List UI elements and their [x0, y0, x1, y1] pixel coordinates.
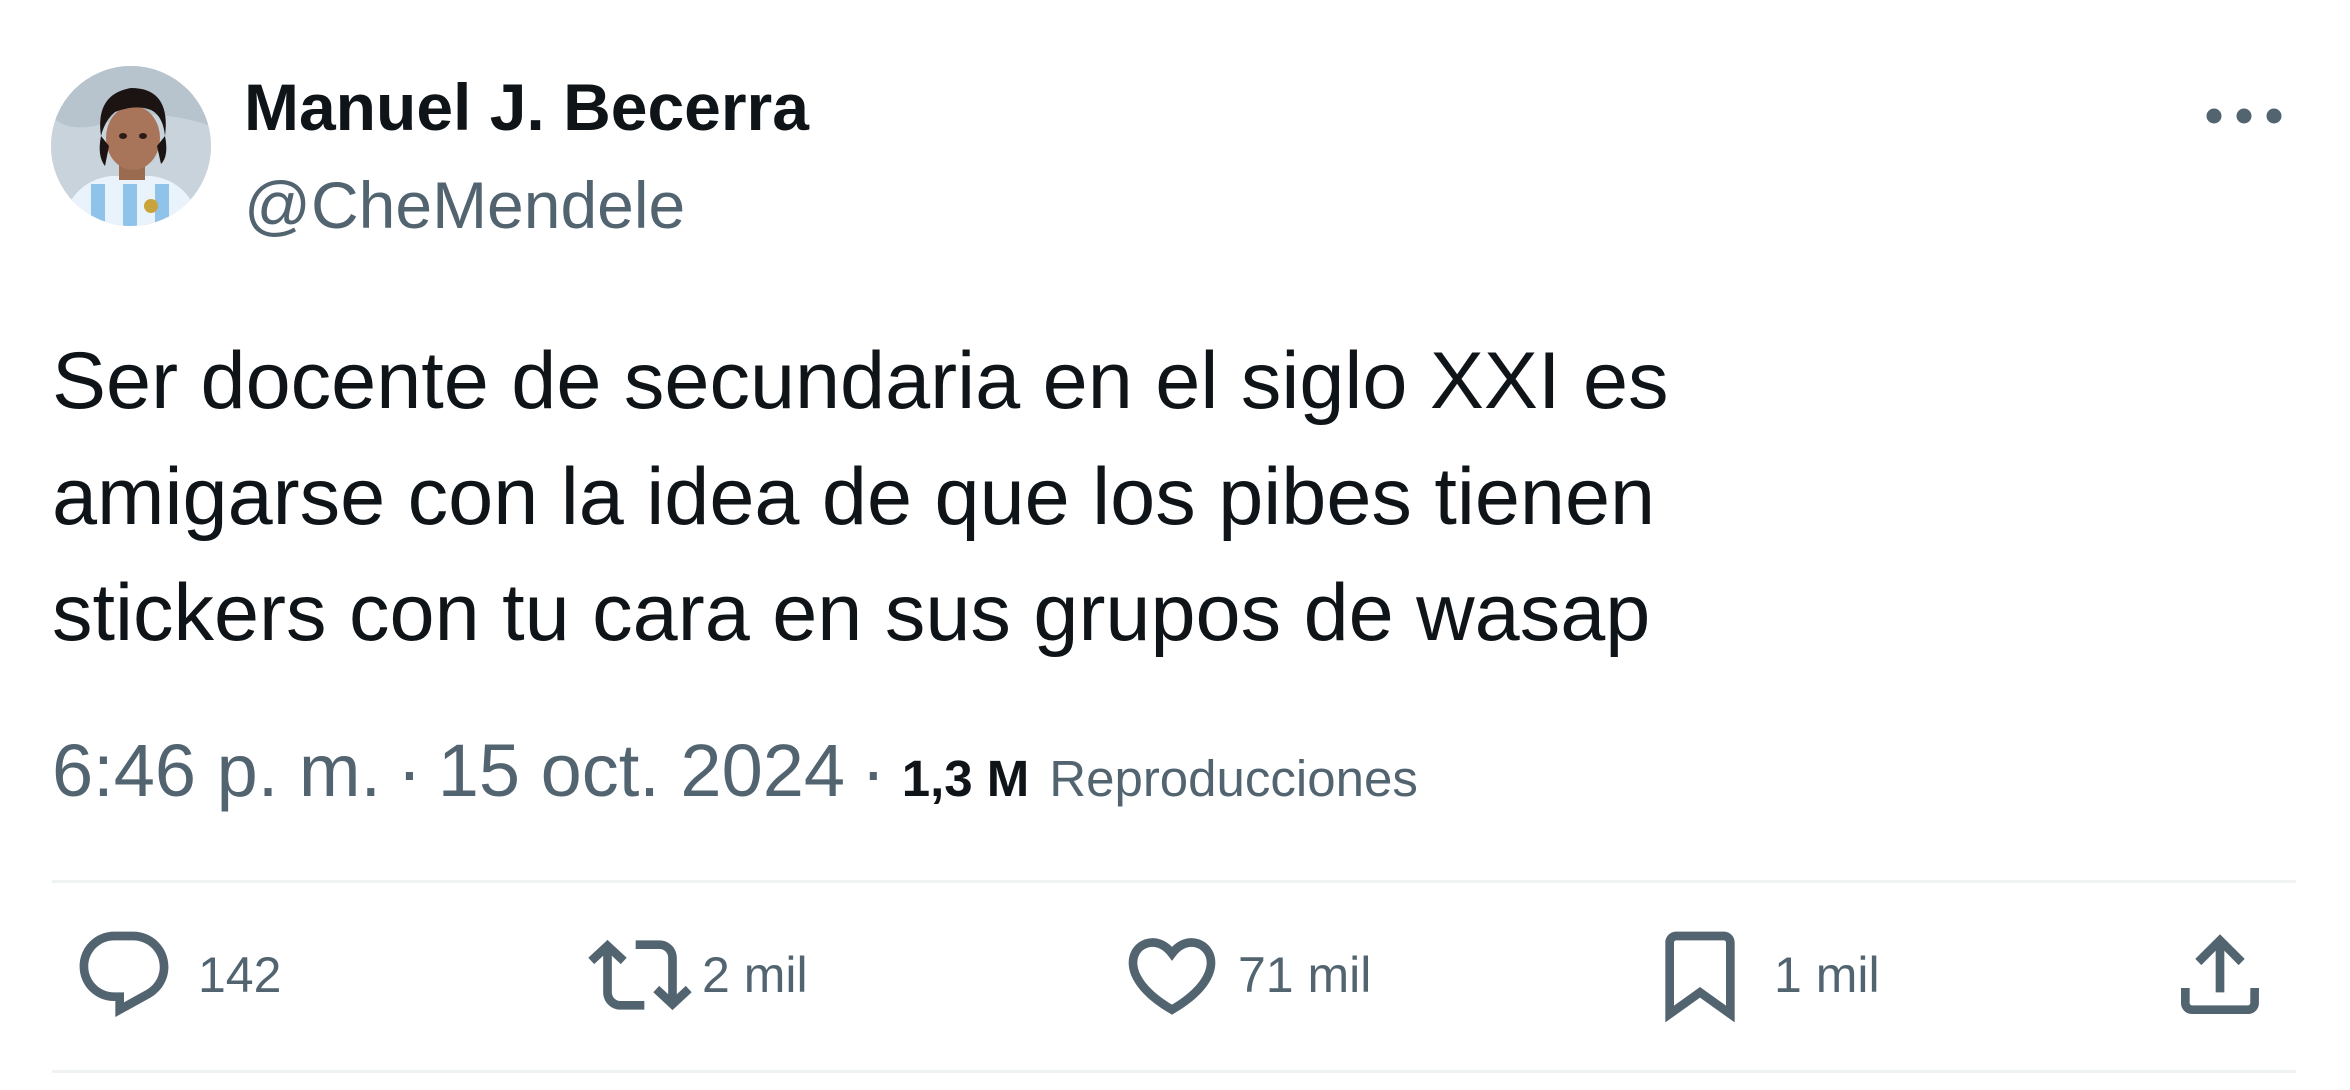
tweet-card: Manuel J. Becerra @CheMendele Ser docent…	[0, 0, 2350, 1090]
repost-button[interactable]: 2 mil	[588, 920, 808, 1030]
tweet-metadata: 6:46 p. m. · 15 oct. 2024 · 1,3 M Reprod…	[52, 728, 1418, 818]
author-handle[interactable]: @CheMendele	[244, 168, 685, 244]
tweet-text-line: stickers con tu cara en sus grupos de wa…	[52, 568, 1651, 658]
tweet-text: Ser docente de secundaria en el siglo XX…	[52, 323, 2152, 671]
tweet-text-line: Ser docente de secundaria en el siglo XX…	[52, 336, 1669, 426]
bookmark-button[interactable]: 1 mil	[1648, 920, 1880, 1030]
author-display-name[interactable]: Manuel J. Becerra	[244, 70, 809, 146]
avatar[interactable]	[51, 66, 211, 226]
divider	[52, 880, 2296, 883]
divider	[52, 1070, 2296, 1073]
more-options-button[interactable]	[2196, 84, 2292, 148]
more-horizontal-icon	[2206, 108, 2282, 124]
reply-button[interactable]: 142	[72, 920, 281, 1030]
tweet-date[interactable]: 15 oct. 2024	[438, 728, 845, 813]
views-count: 1,3 M	[901, 750, 1030, 807]
views-label: Reproducciones	[1049, 750, 1418, 807]
tweet-time[interactable]: 6:46 p. m.	[52, 728, 381, 813]
heart-icon	[1128, 938, 1216, 1015]
meta-separator: ·	[861, 729, 886, 812]
share-upload-icon	[2181, 934, 2259, 1014]
bookmark-count: 1 mil	[1774, 947, 1880, 1003]
reply-bubble-icon	[79, 931, 169, 1018]
reply-count: 142	[198, 947, 282, 1003]
meta-separator: ·	[397, 729, 422, 812]
like-button[interactable]: 71 mil	[1120, 920, 1371, 1030]
bookmark-icon	[1665, 931, 1735, 1023]
repost-arrows-icon	[588, 939, 692, 1011]
tweet-text-line: amigarse con la idea de que los pibes ti…	[52, 452, 1656, 542]
repost-count: 2 mil	[702, 947, 808, 1003]
like-count: 71 mil	[1238, 947, 1372, 1003]
share-button[interactable]	[2168, 920, 2272, 1030]
